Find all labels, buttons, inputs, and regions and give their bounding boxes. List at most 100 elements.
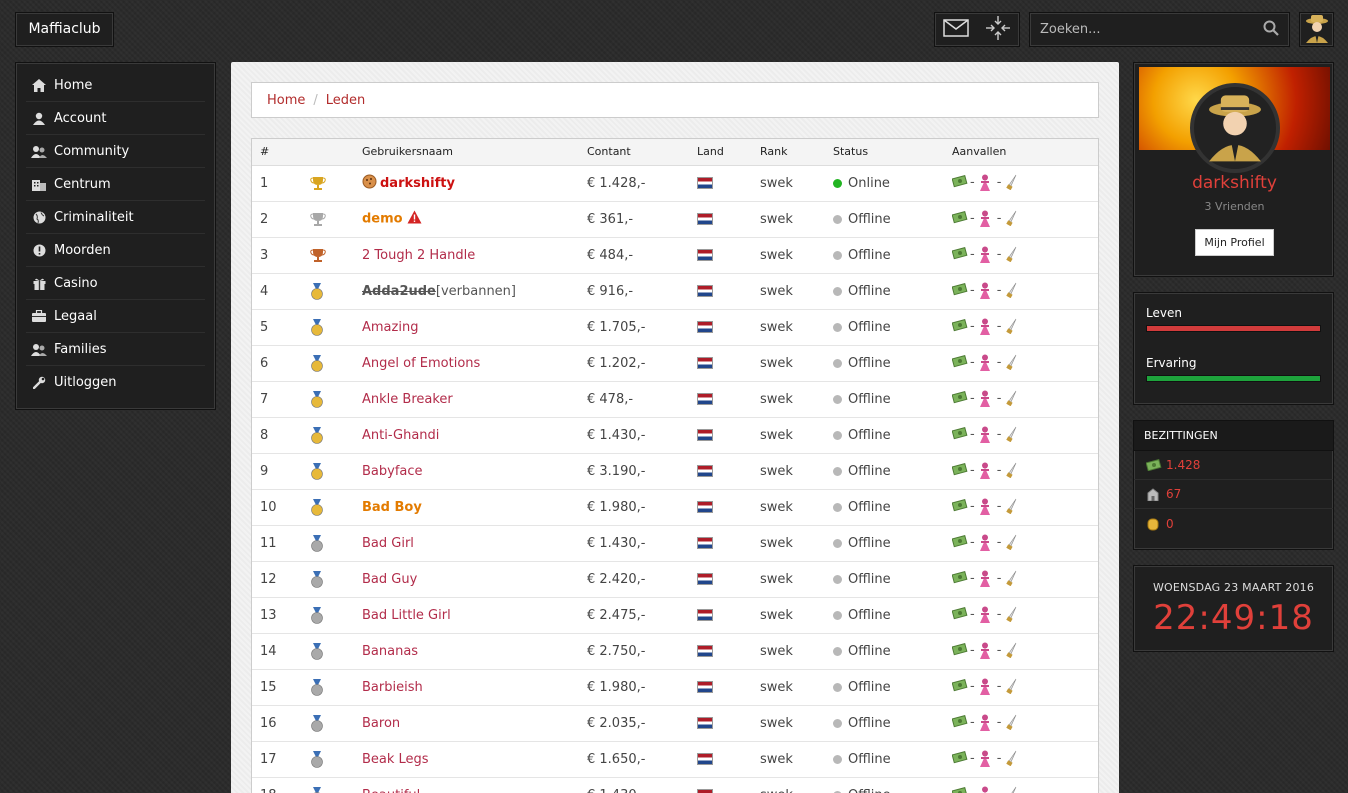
knife-attack-icon[interactable] <box>1005 606 1019 623</box>
money-attack-icon[interactable] <box>951 210 968 226</box>
sidebar-item-casino[interactable]: Casino <box>26 267 205 300</box>
brand-logo[interactable]: Maffiaclub <box>15 12 114 47</box>
sidebar-item-account[interactable]: Account <box>26 102 205 135</box>
member-name-link[interactable]: Babyface <box>362 464 423 479</box>
member-name-link[interactable]: Bad Little Girl <box>362 608 451 623</box>
knife-attack-icon[interactable] <box>1005 354 1019 371</box>
sidebar-item-uitloggen[interactable]: Uitloggen <box>26 366 205 399</box>
money-attack-icon[interactable] <box>951 354 968 370</box>
money-attack-icon[interactable] <box>951 174 968 190</box>
knife-attack-icon[interactable] <box>1005 210 1019 227</box>
member-name-link[interactable]: darkshifty <box>380 176 455 191</box>
member-name-link[interactable]: Amazing <box>362 320 418 335</box>
woman-attack-icon[interactable] <box>979 606 993 623</box>
woman-attack-icon[interactable] <box>979 678 993 695</box>
sidebar-item-criminaliteit[interactable]: Criminaliteit <box>26 201 205 234</box>
breadcrumb-home-link[interactable]: Home <box>267 93 305 108</box>
sidebar-item-home[interactable]: Home <box>26 69 205 102</box>
woman-attack-icon[interactable] <box>979 354 993 371</box>
profile-avatar[interactable] <box>1190 83 1280 173</box>
woman-attack-icon[interactable] <box>979 498 993 515</box>
sidebar-item-moorden[interactable]: Moorden <box>26 234 205 267</box>
knife-attack-icon[interactable] <box>1005 462 1019 479</box>
knife-attack-icon[interactable] <box>1005 714 1019 731</box>
woman-attack-icon[interactable] <box>979 462 993 479</box>
woman-attack-icon[interactable] <box>979 282 993 299</box>
col-header-status[interactable]: Status <box>825 139 944 166</box>
envelope-icon[interactable] <box>943 18 969 41</box>
woman-attack-icon[interactable] <box>979 786 993 793</box>
money-attack-icon[interactable] <box>951 642 968 658</box>
my-profile-button[interactable]: Mijn Profiel <box>1195 229 1274 256</box>
sidebar-item-families[interactable]: Families <box>26 333 205 366</box>
member-name-link[interactable]: demo <box>362 212 403 227</box>
money-attack-icon[interactable] <box>951 426 968 442</box>
woman-attack-icon[interactable] <box>979 174 993 191</box>
sidebar-item-community[interactable]: Community <box>26 135 205 168</box>
knife-attack-icon[interactable] <box>1005 426 1019 443</box>
member-name-link[interactable]: Baron <box>362 716 400 731</box>
money-attack-icon[interactable] <box>951 390 968 406</box>
money-attack-icon[interactable] <box>951 678 968 694</box>
woman-attack-icon[interactable] <box>979 714 993 731</box>
knife-attack-icon[interactable] <box>1005 174 1019 191</box>
money-attack-icon[interactable] <box>951 570 968 586</box>
col-header-land[interactable]: Land <box>689 139 752 166</box>
woman-attack-icon[interactable] <box>979 750 993 767</box>
sidebar-item-legaal[interactable]: Legaal <box>26 300 205 333</box>
knife-attack-icon[interactable] <box>1005 390 1019 407</box>
member-name-link[interactable]: Barbieish <box>362 680 423 695</box>
woman-attack-icon[interactable] <box>979 570 993 587</box>
compress-arrows-icon[interactable] <box>985 15 1011 45</box>
woman-attack-icon[interactable] <box>979 534 993 551</box>
knife-attack-icon[interactable] <box>1005 570 1019 587</box>
user-avatar-button[interactable] <box>1299 12 1334 47</box>
woman-attack-icon[interactable] <box>979 642 993 659</box>
member-name-link[interactable]: Bad Boy <box>362 500 422 515</box>
knife-attack-icon[interactable] <box>1005 642 1019 659</box>
member-name-link[interactable]: Adda2ude <box>362 284 436 299</box>
member-name-link[interactable]: 2 Tough 2 Handle <box>362 248 475 263</box>
woman-attack-icon[interactable] <box>979 246 993 263</box>
knife-attack-icon[interactable] <box>1005 786 1019 793</box>
col-header-name[interactable]: Gebruikersnaam <box>354 139 579 166</box>
member-name-link[interactable]: Bananas <box>362 644 418 659</box>
money-attack-icon[interactable] <box>951 246 968 262</box>
col-header-rank[interactable]: Rank <box>752 139 825 166</box>
profile-username[interactable]: darkshifty <box>1134 173 1335 193</box>
money-attack-icon[interactable] <box>951 282 968 298</box>
member-name-link[interactable]: Angel of Emotions <box>362 356 480 371</box>
money-attack-icon[interactable] <box>951 318 968 334</box>
member-name-cell: Beak Legs <box>354 741 579 778</box>
woman-attack-icon[interactable] <box>979 426 993 443</box>
money-attack-icon[interactable] <box>951 714 968 730</box>
knife-attack-icon[interactable] <box>1005 750 1019 767</box>
search-input[interactable] <box>1040 22 1263 37</box>
money-attack-icon[interactable] <box>951 606 968 622</box>
woman-attack-icon[interactable] <box>979 318 993 335</box>
knife-attack-icon[interactable] <box>1005 678 1019 695</box>
woman-attack-icon[interactable] <box>979 210 993 227</box>
woman-attack-icon[interactable] <box>979 390 993 407</box>
member-name-link[interactable]: Anti-Ghandi <box>362 428 439 443</box>
money-attack-icon[interactable] <box>951 786 968 793</box>
knife-attack-icon[interactable] <box>1005 498 1019 515</box>
member-name-link[interactable]: Bad Guy <box>362 572 417 587</box>
money-attack-icon[interactable] <box>951 498 968 514</box>
member-name-link[interactable]: Beautiful <box>362 788 420 793</box>
search-icon[interactable] <box>1263 20 1279 40</box>
knife-attack-icon[interactable] <box>1005 282 1019 299</box>
knife-attack-icon[interactable] <box>1005 534 1019 551</box>
knife-attack-icon[interactable] <box>1005 246 1019 263</box>
member-name-link[interactable]: Beak Legs <box>362 752 429 767</box>
sidebar-item-centrum[interactable]: Centrum <box>26 168 205 201</box>
member-name-link[interactable]: Ankle Breaker <box>362 392 453 407</box>
money-attack-icon[interactable] <box>951 534 968 550</box>
rank-value: swek <box>752 633 825 670</box>
knife-attack-icon[interactable] <box>1005 318 1019 335</box>
member-name-link[interactable]: Bad Girl <box>362 536 414 551</box>
col-header-cash[interactable]: Contant <box>579 139 689 166</box>
money-attack-icon[interactable] <box>951 750 968 766</box>
profile-friends-count[interactable]: 3 Vrienden <box>1134 200 1335 213</box>
money-attack-icon[interactable] <box>951 462 968 478</box>
